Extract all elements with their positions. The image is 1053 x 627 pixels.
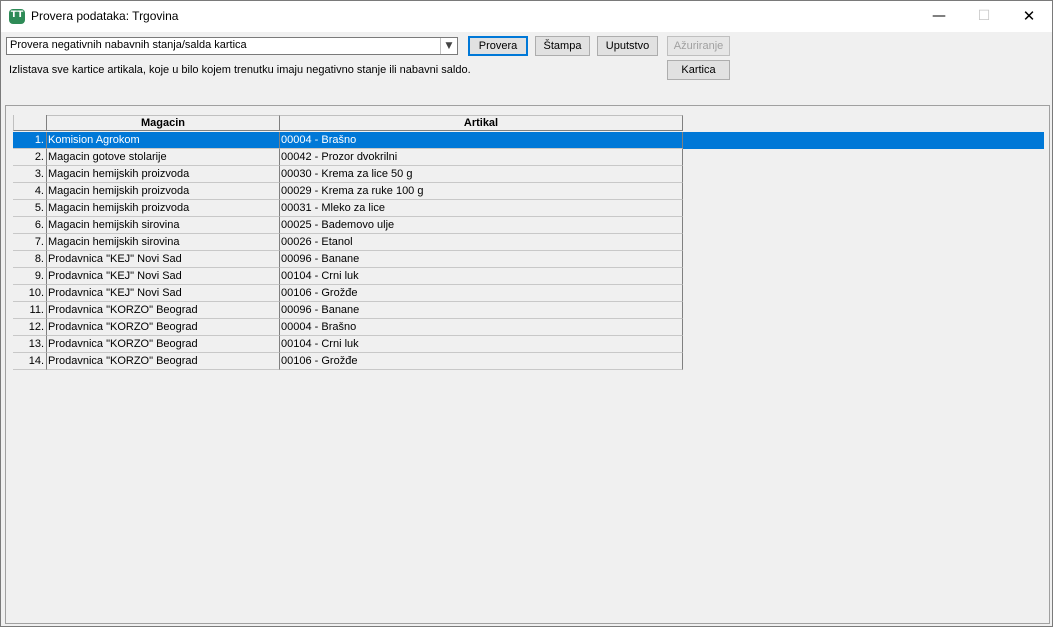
azuriranje-button: Ažuriranje: [667, 36, 730, 56]
cell-magacin[interactable]: Prodavnica "KORZO" Beograd: [47, 336, 280, 353]
table-row[interactable]: 9. Prodavnica "KEJ" Novi Sad 00104 - Crni …: [13, 268, 683, 285]
app-logo-icon: TT: [9, 9, 25, 24]
table-row[interactable]: 12. Prodavnica "KORZO" Beograd 00004 - Bra…: [13, 319, 683, 336]
title-bar: TT Provera podataka: Trgovina — ☐ ✕: [1, 1, 1052, 32]
check-type-dropdown[interactable]: Provera negativnih nabavnih stanja/salda…: [6, 37, 458, 55]
table-row[interactable]: 3. Magacin hemijskih proizvoda 00030 - Kre…: [13, 166, 683, 183]
table-row[interactable]: 14. Prodavnica "KORZO" Beograd 00106 - Gro…: [13, 353, 683, 370]
row-number: 10.: [13, 285, 47, 302]
table-row[interactable]: 10. Prodavnica "KEJ" Novi Sad 00106 - Grož…: [13, 285, 683, 302]
row-number-header: [13, 115, 47, 131]
check-type-value: Provera negativnih nabavnih stanja/salda…: [10, 39, 247, 51]
cell-artikal[interactable]: 00031 - Mleko za lice: [280, 200, 683, 217]
row-number: 13.: [13, 336, 47, 353]
cell-magacin[interactable]: Komision Agrokom: [47, 132, 280, 149]
table-row[interactable]: 5. Magacin hemijskih proizvoda 00031 - Mle…: [13, 200, 683, 217]
cell-artikal[interactable]: 00096 - Banane: [280, 302, 683, 319]
table-row[interactable]: 1. Komision Agrokom 00004 - Brašno: [13, 132, 1044, 149]
row-number: 3.: [13, 166, 47, 183]
cell-artikal[interactable]: 00004 - Brašno: [280, 132, 683, 149]
row-number: 14.: [13, 353, 47, 370]
kartica-button[interactable]: Kartica: [667, 60, 730, 80]
chevron-down-icon[interactable]: ▼: [440, 38, 457, 54]
cell-magacin[interactable]: Magacin gotove stolarije: [47, 149, 280, 166]
table-row[interactable]: 4. Magacin hemijskih proizvoda 00029 - Kre…: [13, 183, 683, 200]
minimize-button[interactable]: —: [916, 1, 962, 32]
table-row[interactable]: 2. Magacin gotove stolarije 00042 - Prozor…: [13, 149, 683, 166]
window-title: Provera podataka: Trgovina: [31, 9, 179, 23]
selection-highlight: [683, 132, 1044, 149]
column-header-artikal[interactable]: Artikal: [280, 115, 683, 131]
cell-magacin[interactable]: Magacin hemijskih sirovina: [47, 217, 280, 234]
cell-magacin[interactable]: Magacin hemijskih sirovina: [47, 234, 280, 251]
results-grid-area: Magacin Artikal 1. Komision Agrokom 00004 …: [5, 105, 1050, 624]
uputstvo-button[interactable]: Uputstvo: [597, 36, 658, 56]
row-number: 6.: [13, 217, 47, 234]
cell-magacin[interactable]: Prodavnica "KORZO" Beograd: [47, 353, 280, 370]
cell-artikal[interactable]: 00025 - Bademovo ulje: [280, 217, 683, 234]
row-number: 7.: [13, 234, 47, 251]
row-number: 1.: [13, 132, 47, 149]
table-row[interactable]: 11. Prodavnica "KORZO" Beograd 00096 - Ban…: [13, 302, 683, 319]
cell-magacin[interactable]: Magacin hemijskih proizvoda: [47, 183, 280, 200]
cell-artikal[interactable]: 00030 - Krema za lice 50 g: [280, 166, 683, 183]
cell-artikal[interactable]: 00029 - Krema za ruke 100 g: [280, 183, 683, 200]
cell-magacin[interactable]: Prodavnica "KEJ" Novi Sad: [47, 251, 280, 268]
maximize-button: ☐: [977, 8, 991, 24]
row-number: 12.: [13, 319, 47, 336]
cell-magacin[interactable]: Magacin hemijskih proizvoda: [47, 166, 280, 183]
cell-artikal[interactable]: 00096 - Banane: [280, 251, 683, 268]
cell-magacin[interactable]: Prodavnica "KORZO" Beograd: [47, 319, 280, 336]
cell-artikal[interactable]: 00106 - Grožđe: [280, 285, 683, 302]
cell-artikal[interactable]: 00104 - Crni luk: [280, 268, 683, 285]
row-number: 2.: [13, 149, 47, 166]
row-number: 5.: [13, 200, 47, 217]
cell-artikal[interactable]: 00042 - Prozor dvokrilni: [280, 149, 683, 166]
cell-magacin[interactable]: Prodavnica "KEJ" Novi Sad: [47, 285, 280, 302]
description-text: Izlistava sve kartice artikala, koje u b…: [9, 64, 471, 76]
app-window: TT Provera podataka: Trgovina — ☐ ✕ Prov…: [0, 0, 1053, 627]
cell-artikal[interactable]: 00004 - Brašno: [280, 319, 683, 336]
table-row[interactable]: 13. Prodavnica "KORZO" Beograd 00104 - Crn…: [13, 336, 683, 353]
table-row[interactable]: 7. Magacin hemijskih sirovina 00026 - Etan…: [13, 234, 683, 251]
row-number: 4.: [13, 183, 47, 200]
cell-artikal[interactable]: 00106 - Grožđe: [280, 353, 683, 370]
close-button[interactable]: ✕: [1006, 1, 1052, 32]
table-row[interactable]: 8. Prodavnica "KEJ" Novi Sad 00096 - Banan…: [13, 251, 683, 268]
row-number: 11.: [13, 302, 47, 319]
column-header-magacin[interactable]: Magacin: [47, 115, 280, 131]
row-number: 9.: [13, 268, 47, 285]
cell-magacin[interactable]: Prodavnica "KEJ" Novi Sad: [47, 268, 280, 285]
stampa-button[interactable]: Štampa: [535, 36, 590, 56]
row-number: 8.: [13, 251, 47, 268]
table-row[interactable]: 6. Magacin hemijskih sirovina 00025 - Bade…: [13, 217, 683, 234]
provera-button[interactable]: Provera: [468, 36, 528, 56]
cell-magacin[interactable]: Magacin hemijskih proizvoda: [47, 200, 280, 217]
cell-magacin[interactable]: Prodavnica "KORZO" Beograd: [47, 302, 280, 319]
cell-artikal[interactable]: 00104 - Crni luk: [280, 336, 683, 353]
cell-artikal[interactable]: 00026 - Etanol: [280, 234, 683, 251]
